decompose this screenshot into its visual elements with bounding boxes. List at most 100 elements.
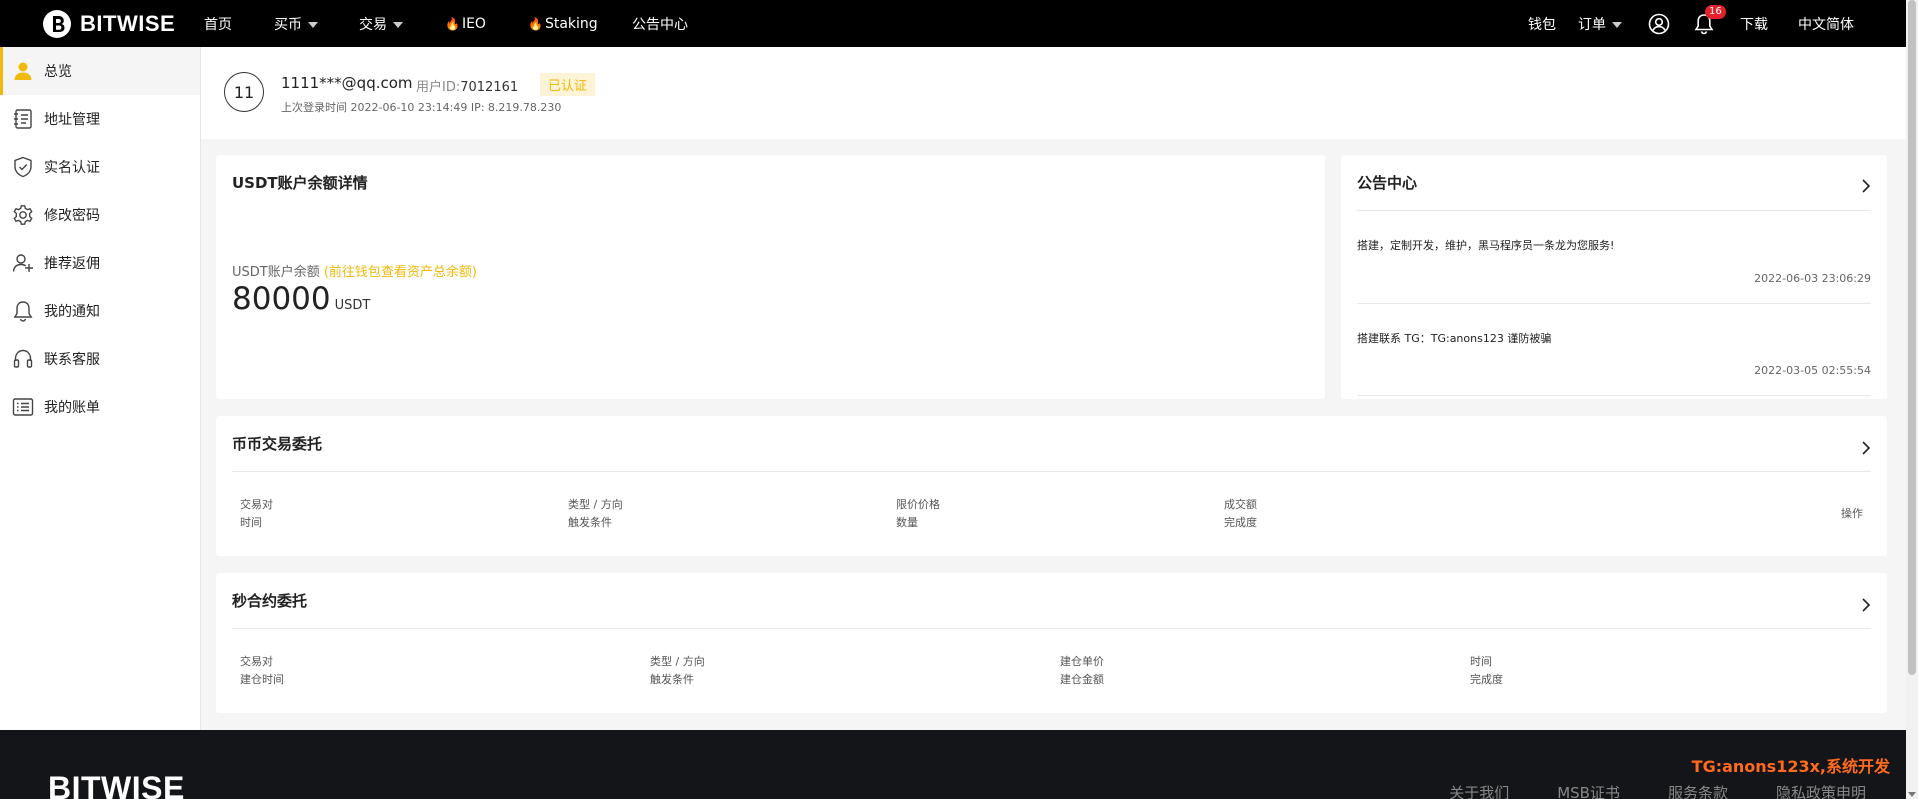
column-header: 建仓单价 建仓金额 — [1060, 655, 1104, 686]
column-header: 时间 完成度 — [1470, 655, 1503, 686]
account-button[interactable] — [1648, 13, 1670, 35]
footer-logo: BITWISE — [48, 770, 185, 799]
announcement-date: 2022-06-03 23:06:29 — [1754, 272, 1871, 285]
shield-check-icon — [11, 155, 35, 179]
fire-icon: 🔥 — [445, 16, 460, 31]
sidebar-item-label: 联系客服 — [44, 352, 100, 368]
usdt-balance-card: USDT账户余额详情 USDT账户余额 (前往钱包查看资产总余额) 80000 U… — [216, 155, 1325, 399]
footer-link-privacy[interactable]: 隐私政策申明 — [1776, 782, 1866, 799]
sidebar-item-label: 推荐返佣 — [44, 256, 100, 272]
column-header: 类型 / 方向 触发条件 — [650, 655, 705, 686]
top-navbar: BITWISE 首页 买币 交易 🔥 IEO 🔥 Staking 公告中心 钱包… — [0, 0, 1906, 47]
nav-announcements[interactable]: 公告中心 — [632, 14, 688, 34]
footer-links: 关于我们 MSB证书 服务条款 隐私政策申明 — [1401, 782, 1866, 799]
avatar[interactable]: 11 — [224, 72, 264, 112]
brand-logo[interactable]: BITWISE — [42, 9, 198, 39]
announcement-card-title: 公告中心 — [1357, 174, 1418, 192]
footer: BITWISE TG:anons123x,系统开发 关于我们 MSB证书 服务条… — [0, 730, 1906, 799]
chevron-right-icon[interactable] — [1859, 179, 1873, 193]
sidebar-item-kyc[interactable]: 实名认证 — [0, 143, 200, 191]
column-header-action: 操作 — [1841, 507, 1863, 520]
brand-name: BITWISE — [80, 10, 176, 36]
gear-icon — [11, 203, 35, 227]
spot-orders-title: 币币交易委托 — [232, 435, 323, 453]
announcement-item[interactable]: 搭建联系 TG：TG:anons123 谨防被骗 — [1357, 330, 1871, 346]
column-header: 交易对 建仓时间 — [240, 655, 284, 686]
last-login-info: 上次登录时间 2022-06-10 23:14:49 IP: 8.219.78.… — [281, 101, 562, 114]
column-header: 成交额 完成度 — [1224, 498, 1257, 529]
sidebar-item-overview[interactable]: 总览 — [0, 47, 200, 95]
chevron-down-icon — [1612, 21, 1622, 28]
sidebar-item-label: 修改密码 — [44, 208, 100, 224]
notifications-button[interactable]: 16 — [1694, 4, 1726, 35]
column-header: 限价价格 数量 — [896, 498, 940, 529]
user-icon — [11, 59, 35, 83]
nav-trade[interactable]: 交易 — [359, 14, 445, 34]
divider — [1357, 303, 1871, 304]
divider — [232, 628, 1871, 629]
footer-link-terms[interactable]: 服务条款 — [1668, 782, 1728, 799]
main-nav: 首页 买币 交易 🔥 IEO 🔥 Staking 公告中心 — [198, 14, 688, 34]
sidebar-item-notifications[interactable]: 我的通知 — [0, 287, 200, 335]
sidebar-item-label: 实名认证 — [44, 160, 100, 176]
footer-link-about[interactable]: 关于我们 — [1449, 782, 1509, 799]
nav-ieo[interactable]: 🔥 IEO — [445, 16, 528, 32]
sidebar-item-password[interactable]: 修改密码 — [0, 191, 200, 239]
nav-right: 钱包 订单 16 下载 中文简体 — [1528, 0, 1906, 47]
column-header: 交易对 时间 — [240, 498, 273, 529]
list-icon — [11, 395, 35, 419]
user-circle-icon — [1648, 13, 1670, 34]
sidebar-item-support[interactable]: 联系客服 — [0, 335, 200, 383]
nav-download[interactable]: 下载 — [1740, 14, 1768, 34]
second-contract-card: 秒合约委托 交易对 建仓时间 类型 / 方向 触发条件 建仓单价 建仓金额 时间… — [216, 573, 1887, 713]
sidebar-item-label: 我的账单 — [44, 400, 100, 416]
footer-link-msb[interactable]: MSB证书 — [1557, 782, 1620, 799]
verified-badge: 已认证 — [540, 73, 596, 96]
sidebar-item-referral[interactable]: 推荐返佣 — [0, 239, 200, 287]
sidebar-item-bills[interactable]: 我的账单 — [0, 383, 200, 431]
balance-unit: USDT — [334, 298, 371, 313]
announcement-date: 2022-03-05 02:55:54 — [1754, 364, 1871, 377]
divider — [1357, 210, 1871, 211]
address-book-icon — [11, 107, 35, 131]
balance-label: USDT账户余额 (前往钱包查看资产总余额) — [232, 265, 478, 280]
divider — [1357, 395, 1871, 396]
column-header: 类型 / 方向 触发条件 — [568, 498, 623, 529]
scroll-down-arrow-icon[interactable] — [1908, 792, 1916, 797]
second-contract-title: 秒合约委托 — [232, 592, 308, 610]
bell-icon — [11, 299, 35, 323]
chevron-down-icon — [393, 21, 403, 28]
add-user-icon — [11, 251, 35, 275]
page-scrollbar[interactable] — [1906, 0, 1918, 799]
nav-home[interactable]: 首页 — [204, 14, 274, 34]
divider — [232, 471, 1871, 472]
balance-value: 80000 USDT — [232, 281, 371, 317]
chevron-right-icon[interactable] — [1859, 441, 1873, 455]
chevron-down-icon — [308, 21, 318, 28]
chevron-right-icon[interactable] — [1859, 598, 1873, 612]
user-info-header: 11 1111***@qq.com 用户ID:7012161 已认证 上次登录时… — [201, 47, 1906, 139]
user-id: 用户ID:7012161 — [416, 80, 519, 95]
sidebar-item-label: 我的通知 — [44, 304, 100, 320]
announcement-card: 公告中心 搭建，定制开发，维护，黑马程序员一条龙为您服务! 2022-06-03… — [1341, 155, 1887, 399]
bitwise-logo-icon — [43, 9, 71, 38]
sidebar: 总览 地址管理 实名认证 修改密码 推荐返佣 我的通知 联系客服 我的账单 — [0, 47, 201, 730]
notification-count-badge: 16 — [1705, 4, 1726, 19]
nav-staking[interactable]: 🔥 Staking — [528, 16, 632, 32]
sidebar-item-address[interactable]: 地址管理 — [0, 95, 200, 143]
user-email: 1111***@qq.com — [281, 74, 413, 92]
balance-card-title: USDT账户余额详情 — [232, 174, 368, 192]
nav-wallet[interactable]: 钱包 — [1528, 14, 1556, 34]
sidebar-item-label: 地址管理 — [44, 112, 100, 128]
language-selector[interactable]: 中文简体 — [1798, 14, 1854, 34]
announcement-item[interactable]: 搭建，定制开发，维护，黑马程序员一条龙为您服务! — [1357, 237, 1871, 253]
nav-orders[interactable]: 订单 — [1578, 14, 1622, 34]
sidebar-item-label: 总览 — [44, 64, 72, 80]
headset-icon — [11, 347, 35, 371]
nav-buy-crypto[interactable]: 买币 — [274, 14, 359, 34]
footer-contact-text: TG:anons123x,系统开发 — [1691, 757, 1890, 776]
fire-icon: 🔥 — [528, 16, 543, 31]
spot-orders-card: 币币交易委托 交易对 时间 类型 / 方向 触发条件 限价价格 数量 成交额 完… — [216, 416, 1887, 556]
scrollbar-thumb[interactable] — [1908, 0, 1916, 675]
go-to-wallet-link[interactable]: (前往钱包查看资产总余额) — [324, 265, 477, 280]
